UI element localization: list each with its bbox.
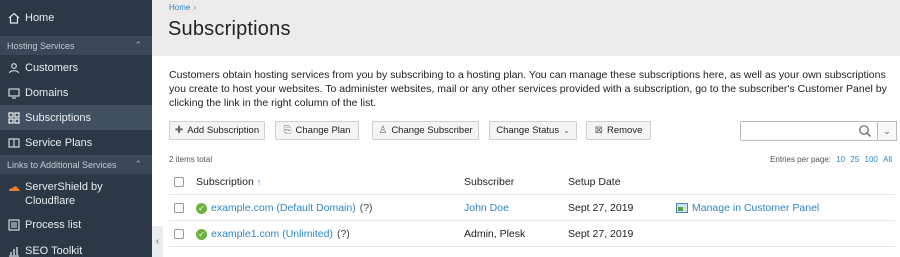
toolbar: ✚ Add Subscription ⎘ Change Plan ♙ Chang… bbox=[169, 121, 897, 141]
manage-in-customer-panel-link[interactable]: Manage in Customer Panel bbox=[692, 202, 819, 214]
remove-icon: ⊠ bbox=[594, 125, 603, 136]
column-header-subscription[interactable]: Subscription ↑ bbox=[196, 169, 261, 195]
section-label: Links to Additional Services bbox=[7, 159, 117, 170]
add-subscription-button[interactable]: ✚ Add Subscription bbox=[169, 121, 265, 140]
button-label: Add Subscription bbox=[187, 125, 260, 136]
select-all-checkbox[interactable] bbox=[174, 177, 184, 187]
status-ok-icon: ✓ bbox=[196, 228, 207, 240]
page-header: Home › Subscriptions bbox=[152, 0, 900, 56]
change-plan-icon: ⎘ bbox=[283, 125, 292, 136]
sidebar-item-label: Home bbox=[25, 12, 55, 24]
column-header-subscriber[interactable]: Subscriber bbox=[464, 169, 514, 195]
collapse-sidebar-button[interactable]: ‹ bbox=[152, 226, 163, 257]
breadcrumb-separator: › bbox=[193, 3, 197, 12]
section-label: Hosting Services bbox=[7, 40, 75, 51]
table-header-row: Subscription ↑ Subscriber Setup Date bbox=[169, 169, 895, 195]
process-list-icon bbox=[7, 219, 20, 232]
home-icon bbox=[7, 12, 20, 25]
sidebar: Home Hosting Services ⌃ Customers Domain… bbox=[0, 0, 152, 257]
breadcrumb: Home › bbox=[169, 3, 196, 12]
sidebar-item-subscriptions[interactable]: Subscriptions bbox=[0, 105, 152, 130]
chevron-up-icon: ⌃ bbox=[134, 159, 142, 169]
sidebar-item-label: ServerShield by Cloudflare bbox=[25, 181, 103, 207]
sidebar-item-label: Customers bbox=[25, 61, 79, 74]
page-size-10[interactable]: 10 bbox=[836, 155, 845, 164]
customer-panel-icon bbox=[676, 203, 688, 213]
sidebar-section-links[interactable]: Links to Additional Services ⌃ bbox=[0, 155, 152, 174]
search-icon[interactable] bbox=[858, 124, 872, 138]
change-status-dropdown[interactable]: Change Status ⌄ bbox=[489, 121, 577, 140]
sidebar-item-label: Service Plans bbox=[25, 136, 93, 149]
items-total: 2 items total bbox=[169, 155, 213, 164]
button-label: Change Plan bbox=[295, 125, 351, 136]
sort-ascending-icon: ↑ bbox=[256, 177, 262, 187]
chevron-down-icon: ⌄ bbox=[563, 126, 570, 135]
change-subscriber-button[interactable]: ♙ Change Subscriber bbox=[372, 121, 479, 140]
subscription-link[interactable]: example1.com (Unlimited) bbox=[211, 228, 333, 240]
sidebar-item-servershield[interactable]: ServerShield by Cloudflare bbox=[0, 174, 152, 212]
setup-date: Sept 27, 2019 bbox=[568, 202, 634, 214]
status-ok-icon: ✓ bbox=[196, 202, 207, 214]
sidebar-item-domains[interactable]: Domains bbox=[0, 80, 152, 105]
page-size-25[interactable]: 25 bbox=[850, 155, 859, 164]
sidebar-item-label: Domains bbox=[25, 86, 69, 99]
sidebar-item-process-list[interactable]: Process list bbox=[0, 212, 152, 238]
change-subscriber-icon: ♙ bbox=[378, 125, 388, 136]
search-options-toggle[interactable]: ⌄ bbox=[878, 121, 897, 141]
entries-per-page: Entries per page: 10 25 100 All bbox=[770, 155, 892, 164]
table-row: ✓ example.com (Default Domain) (?) John … bbox=[169, 195, 895, 221]
subscriber-link[interactable]: John Doe bbox=[464, 202, 509, 214]
page-size-all[interactable]: All bbox=[883, 155, 892, 164]
chart-icon bbox=[7, 244, 20, 257]
sidebar-item-home[interactable]: Home bbox=[0, 0, 152, 36]
sidebar-item-label: SEO Toolkit bbox=[25, 244, 83, 257]
entries-label: Entries per page: bbox=[770, 155, 831, 164]
sidebar-item-customers[interactable]: Customers bbox=[0, 55, 152, 80]
column-header-setup-date[interactable]: Setup Date bbox=[568, 169, 621, 195]
breadcrumb-home-link[interactable]: Home bbox=[169, 3, 190, 12]
sidebar-section-hosting[interactable]: Hosting Services ⌃ bbox=[0, 36, 152, 55]
remove-button[interactable]: ⊠ Remove bbox=[586, 121, 651, 140]
search-input[interactable] bbox=[741, 122, 853, 140]
table-row: ✓ example1.com (Unlimited) (?) Admin, Pl… bbox=[169, 221, 895, 247]
subscription-link[interactable]: example.com (Default Domain) bbox=[211, 202, 356, 214]
help-link[interactable]: (?) bbox=[360, 202, 373, 214]
header-label: Subscription bbox=[196, 176, 254, 188]
search-box bbox=[740, 121, 878, 141]
subscriber-name: Admin, Plesk bbox=[464, 228, 526, 240]
sidebar-item-label: Process list bbox=[25, 219, 82, 231]
change-plan-button[interactable]: ⎘ Change Plan bbox=[275, 121, 359, 140]
plus-icon: ✚ bbox=[174, 125, 184, 136]
button-label: Change Subscriber bbox=[391, 125, 473, 136]
chevron-up-icon: ⌃ bbox=[134, 40, 142, 50]
cloudflare-icon bbox=[7, 181, 20, 194]
chevron-down-icon: ⌄ bbox=[883, 125, 891, 136]
book-icon bbox=[7, 136, 20, 149]
button-label: Change Status bbox=[496, 125, 560, 136]
page-title: Subscriptions bbox=[168, 18, 291, 40]
page-size-100[interactable]: 100 bbox=[865, 155, 878, 164]
help-link[interactable]: (?) bbox=[337, 228, 350, 240]
user-icon bbox=[7, 61, 20, 74]
grid-icon bbox=[7, 111, 20, 124]
button-label: Remove bbox=[607, 125, 643, 136]
main-content: Home › Subscriptions Customers obtain hos… bbox=[152, 0, 900, 257]
setup-date: Sept 27, 2019 bbox=[568, 228, 634, 240]
sidebar-item-service-plans[interactable]: Service Plans bbox=[0, 130, 152, 155]
page-description: Customers obtain hosting services from y… bbox=[169, 69, 887, 109]
sidebar-item-label: Subscriptions bbox=[25, 111, 92, 124]
row-checkbox[interactable] bbox=[174, 203, 184, 213]
chevron-left-icon: ‹ bbox=[155, 236, 160, 247]
sidebar-item-seo-toolkit[interactable]: SEO Toolkit bbox=[0, 238, 152, 257]
row-checkbox[interactable] bbox=[174, 229, 184, 239]
monitor-icon bbox=[7, 86, 20, 99]
